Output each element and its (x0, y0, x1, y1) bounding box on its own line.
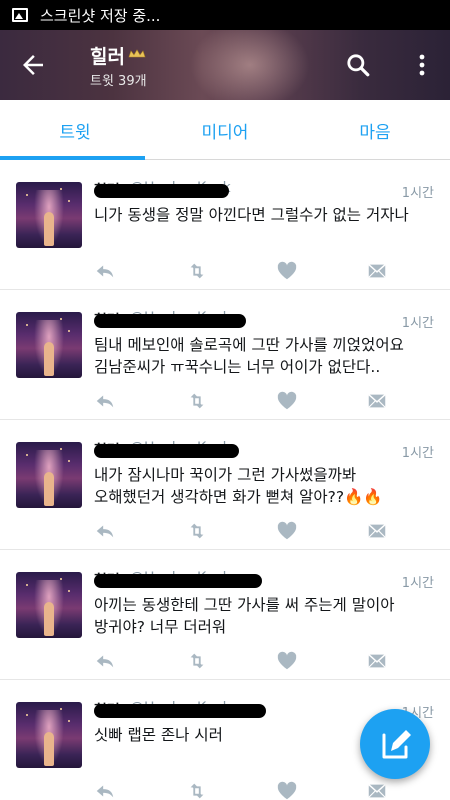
reply-icon[interactable] (94, 390, 116, 412)
compose-button[interactable] (360, 709, 430, 779)
reply-icon[interactable] (94, 520, 116, 542)
heart-icon[interactable] (276, 390, 298, 412)
retweet-icon[interactable] (186, 260, 208, 282)
tweet-count: 트윗 39개 (90, 74, 147, 89)
search-icon[interactable] (345, 52, 371, 78)
envelope-icon[interactable] (366, 390, 388, 412)
tweet-author: 힐러 @Healer_Kook (94, 570, 394, 590)
image-icon (12, 8, 28, 22)
tweet-author: 힐러 @Healer_Kook (94, 310, 394, 330)
tab-media[interactable]: 미디어 (150, 100, 300, 160)
profile-name: 힐러 (90, 46, 125, 68)
heart-icon[interactable] (276, 520, 298, 542)
heart-icon[interactable] (276, 650, 298, 672)
avatar[interactable] (16, 182, 82, 248)
status-text: 스크린샷 저장 중... (40, 6, 161, 25)
tweet-author: 힐러 @Healer_Kook (94, 700, 394, 720)
crown-icon (128, 49, 146, 58)
profile-tabs: 트윗 미디어 마음 (0, 100, 450, 160)
tweet-text: 니가 동생을 정말 아낀다면 그럴수가 없는 거자나 (94, 206, 409, 224)
avatar[interactable] (16, 312, 82, 378)
tweet-time: 1시간 (401, 446, 434, 461)
tweet-actions (94, 650, 394, 672)
redaction-mark (94, 184, 229, 198)
tweet-actions (94, 260, 394, 282)
avatar[interactable] (16, 702, 82, 768)
compose-icon (382, 730, 411, 759)
retweet-icon[interactable] (186, 650, 208, 672)
avatar[interactable] (16, 442, 82, 508)
redaction-mark (94, 444, 239, 458)
tweet-author: 힐러 @Healer_Kook (94, 440, 394, 460)
tweet-time: 1시간 (401, 316, 434, 331)
tweet-author: 힐러 @Healer_Kook (94, 180, 394, 200)
heart-icon[interactable] (276, 780, 298, 800)
tweet-text: 내가 잠시나마 꾹이가 그런 가사썼을까봐 오해했던거 생각하면 화가 뻗쳐 알아… (94, 466, 383, 506)
tweet-actions (94, 390, 394, 412)
tweet-time: 1시간 (401, 576, 434, 591)
envelope-icon[interactable] (366, 260, 388, 282)
profile-header: 힐러 트윗 39개 (0, 30, 450, 100)
tweet-item[interactable]: 힐러 @Healer_Kook 1시간 아끼는 동생한테 그딴 가사를 써 주는… (0, 550, 450, 680)
retweet-icon[interactable] (186, 780, 208, 800)
arrow-left-icon[interactable] (18, 50, 48, 80)
avatar[interactable] (16, 572, 82, 638)
envelope-icon[interactable] (366, 520, 388, 542)
tweet-feed[interactable]: 힐러 @Healer_Kook 1시간 니가 동생을 정말 아낀다면 그럴수가 … (0, 160, 450, 800)
reply-icon[interactable] (94, 780, 116, 800)
heart-icon[interactable] (276, 260, 298, 282)
tweet-item[interactable]: 힐러 @Healer_Kook 1시간 내가 잠시나마 꾹이가 그런 가사썼을까… (0, 420, 450, 550)
retweet-icon[interactable] (186, 520, 208, 542)
redaction-mark (94, 314, 246, 328)
redaction-mark (94, 574, 262, 588)
tab-tweets[interactable]: 트윗 (0, 100, 150, 160)
tweet-text: 아끼는 동생한테 그딴 가사를 써 주는게 말이아 방귀야? 너무 더러워 (94, 596, 395, 636)
reply-icon[interactable] (94, 650, 116, 672)
reply-icon[interactable] (94, 260, 116, 282)
retweet-icon[interactable] (186, 390, 208, 412)
envelope-icon[interactable] (366, 650, 388, 672)
tweet-item[interactable]: 힐러 @Healer_Kook 1시간 니가 동생을 정말 아낀다면 그럴수가 … (0, 160, 450, 290)
page-title: 힐러 (90, 42, 146, 69)
more-vertical-icon[interactable] (412, 52, 432, 78)
envelope-icon[interactable] (366, 780, 388, 800)
header-background (190, 30, 310, 100)
tweet-actions (94, 780, 394, 800)
status-bar: 스크린샷 저장 중... (0, 0, 450, 30)
tweet-item[interactable]: 힐러 @Healer_Kook 1시간 팀내 메보인애 솔로곡에 그딴 가사를 … (0, 290, 450, 420)
tab-likes[interactable]: 마음 (300, 100, 450, 160)
tweet-actions (94, 520, 394, 542)
tweet-time: 1시간 (401, 186, 434, 201)
redaction-mark (94, 704, 266, 718)
tweet-text: 팀내 메보인애 솔로곡에 그딴 가사를 끼얹었어요 김남준씨가 ㅠ꾹수니는 너무 … (94, 336, 404, 376)
